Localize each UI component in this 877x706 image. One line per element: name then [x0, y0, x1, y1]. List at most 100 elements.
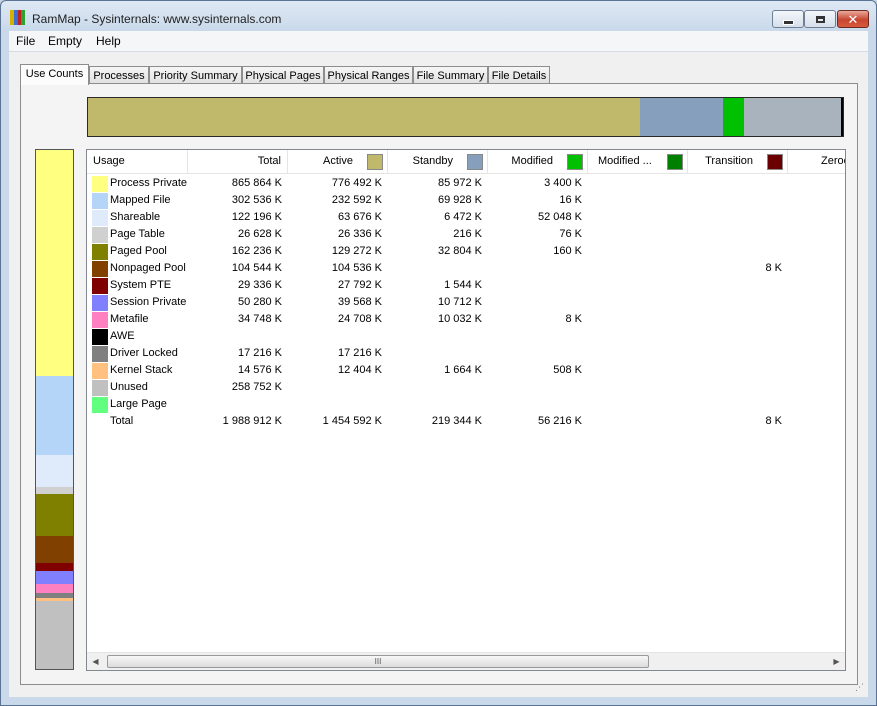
- scroll-right-icon[interactable]: ▶: [828, 653, 845, 670]
- usage-label: Kernel Stack: [110, 364, 173, 376]
- column-color-swatch: [567, 154, 583, 170]
- cell-total: 104 544 K: [231, 262, 282, 274]
- usage-label: AWE: [110, 330, 135, 342]
- usage-color-swatch: [92, 261, 108, 277]
- column-header-usage[interactable]: Usage: [87, 150, 188, 173]
- cell-standby: 216 K: [453, 228, 482, 240]
- cell-total: 122 196 K: [231, 211, 282, 223]
- table-row[interactable]: Unused258 752 K25: [87, 379, 845, 396]
- tab-processes[interactable]: Processes: [89, 66, 149, 84]
- column-header-transition[interactable]: Transition: [688, 150, 788, 173]
- usage-color-swatch: [92, 397, 108, 413]
- table-row[interactable]: Shareable 122 196 K 63 676 K 6 472 K 52 048 …: [87, 209, 845, 226]
- usage-color-swatch: [92, 210, 108, 226]
- tab-priority-summary[interactable]: Priority Summary: [149, 66, 242, 84]
- usage-color-swatch: [92, 193, 108, 209]
- cell-standby: 32 804 K: [437, 245, 482, 257]
- column-header-label: Transition: [705, 155, 753, 167]
- usage-bar-segment: [36, 536, 73, 564]
- usage-bar-segment: [36, 150, 73, 376]
- maximize-button[interactable]: [804, 10, 836, 28]
- table-row[interactable]: Kernel Stack 14 576 K 12 404 K 1 664 K 508 K: [87, 362, 845, 379]
- cell-active: 39 568 K: [337, 296, 382, 308]
- cell-active: 26 336 K: [337, 228, 382, 240]
- table-row[interactable]: Metafile 34 748 K 24 708 K 10 032 K 8 K: [87, 311, 845, 328]
- usage-bar-segment: [36, 570, 73, 585]
- horizontal-scrollbar[interactable]: ◀ III ▶: [87, 652, 845, 670]
- column-header-active[interactable]: Active: [288, 150, 388, 173]
- column-header-label: Modified: [511, 155, 553, 167]
- maximize-icon: [815, 15, 825, 23]
- table-row[interactable]: Driver Locked 17 216 K 17 216 K: [87, 345, 845, 362]
- column-header-label: Active: [323, 155, 353, 167]
- cell-active: 232 592 K: [331, 194, 382, 206]
- table-header: Usage Total Active Standby Modified Modified …: [87, 150, 845, 174]
- cell-total: 17 216 K: [237, 347, 282, 359]
- scrollbar-thumb[interactable]: III: [107, 655, 649, 668]
- column-header-total[interactable]: Total: [188, 150, 288, 173]
- usage-label: Process Private: [110, 177, 188, 189]
- cell-total: 26 628 K: [237, 228, 282, 240]
- usage-color-swatch: [92, 329, 108, 345]
- usage-bar-segment: [36, 563, 73, 571]
- cell-total: 258 752 K: [231, 381, 282, 393]
- table-row[interactable]: Page Table 26 628 K 26 336 K 216 K 76 K: [87, 226, 845, 243]
- usage-color-swatch: [92, 244, 108, 260]
- column-header-label: Standby: [412, 155, 453, 167]
- usage-label: Session Private: [110, 296, 187, 308]
- column-header-modified[interactable]: Modified ...: [588, 150, 688, 173]
- usage-label: Shareable: [110, 211, 161, 223]
- usage-label: Total: [110, 415, 134, 427]
- usage-label: Driver Locked: [110, 347, 178, 359]
- memory-list-bar: [87, 97, 844, 137]
- cell-modified: 52 048 K: [537, 211, 582, 223]
- usage-color-swatch: [92, 312, 108, 328]
- column-header-zeroe[interactable]: Zeroe: [788, 150, 845, 173]
- close-button[interactable]: ✕: [837, 10, 869, 28]
- memory-bar-segment: [722, 98, 745, 136]
- cell-modified: 160 K: [553, 245, 582, 257]
- minimize-button[interactable]: [772, 10, 804, 28]
- tab-physical-pages[interactable]: Physical Pages: [242, 66, 324, 84]
- table-row[interactable]: Mapped File 302 536 K 232 592 K 69 928 K 16 …: [87, 192, 845, 209]
- menu-file[interactable]: File: [16, 34, 35, 48]
- cell-total: 1 988 912 K: [222, 415, 282, 427]
- client-area: Use Counts Processes Priority Summary Ph…: [9, 52, 868, 697]
- table-row[interactable]: Paged Pool 162 236 K 129 272 K 32 804 K 160 …: [87, 243, 845, 260]
- column-header-modified[interactable]: Modified: [488, 150, 588, 173]
- tab-use-counts[interactable]: Use Counts: [20, 64, 89, 85]
- cell-active: 12 404 K: [337, 364, 382, 376]
- menu-empty[interactable]: Empty: [48, 34, 82, 48]
- memory-bar-segment: [88, 98, 640, 136]
- table-row[interactable]: Nonpaged Pool 104 544 K 104 536 K 8 K: [87, 260, 845, 277]
- tab-physical-ranges[interactable]: Physical Ranges: [324, 66, 413, 84]
- cell-standby: 1 664 K: [444, 364, 482, 376]
- cell-active: 24 708 K: [337, 313, 382, 325]
- close-icon: ✕: [847, 11, 859, 27]
- menu-bar: File Empty Help: [9, 31, 868, 52]
- cell-total: 29 336 K: [237, 279, 282, 291]
- column-color-swatch: [667, 154, 683, 170]
- column-header-label: Zeroe: [821, 155, 845, 167]
- table-row[interactable]: Process Private 865 864 K 776 492 K 85 972 …: [87, 175, 845, 192]
- title-bar[interactable]: RamMap - Sysinternals: www.sysinternals.…: [1, 1, 876, 33]
- scroll-left-icon[interactable]: ◀: [87, 653, 104, 670]
- table-row[interactable]: System PTE 29 336 K 27 792 K 1 544 K: [87, 277, 845, 294]
- cell-total: 14 576 K: [237, 364, 282, 376]
- usage-bar-segment: [36, 601, 73, 669]
- tab-file-details[interactable]: File Details: [488, 66, 550, 84]
- usage-bar-segment: [36, 584, 73, 594]
- table-row[interactable]: Large Page: [87, 396, 845, 413]
- column-header-standby[interactable]: Standby: [388, 150, 488, 173]
- table-row[interactable]: Session Private 50 280 K 39 568 K 10 712 K: [87, 294, 845, 311]
- column-color-swatch: [767, 154, 783, 170]
- usage-label: Metafile: [110, 313, 149, 325]
- column-color-swatch: [367, 154, 383, 170]
- size-grip-icon[interactable]: ⋰: [855, 682, 864, 693]
- table-row[interactable]: AWE: [87, 328, 845, 345]
- menu-help[interactable]: Help: [96, 34, 121, 48]
- tab-file-summary[interactable]: File Summary: [413, 66, 488, 84]
- table-row[interactable]: Total 1 988 912 K 1 454 592 K 219 344 K 56 2…: [87, 413, 845, 430]
- usage-bar-segment: [36, 454, 73, 487]
- cell-modified: 76 K: [559, 228, 582, 240]
